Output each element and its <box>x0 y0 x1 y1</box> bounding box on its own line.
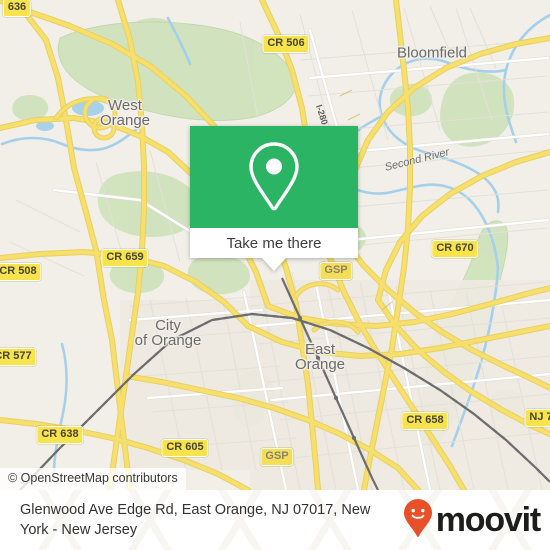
footer-bar: Glenwood Ave Edge Rd, East Orange, NJ 07… <box>0 490 550 550</box>
shield-cr-577[interactable]: CR 577 <box>0 348 37 366</box>
popup-action-bar[interactable]: Take me there <box>190 228 358 258</box>
location-address: Glenwood Ave Edge Rd, East Orange, NJ 07… <box>20 502 371 538</box>
shield-nj[interactable]: NJ 7 <box>524 409 550 427</box>
shield-cr-659[interactable]: CR 659 <box>101 249 149 267</box>
map-pin-icon <box>246 141 302 213</box>
shield-cr-506[interactable]: CR 506 <box>262 35 310 53</box>
shield-cr-658[interactable]: CR 658 <box>401 412 449 430</box>
osm-attribution[interactable]: © OpenStreetMap contributors <box>0 468 186 490</box>
shield-cr-670[interactable]: CR 670 <box>431 240 479 258</box>
take-me-there-label: Take me there <box>226 234 322 252</box>
moovit-pin-smiley-icon <box>403 498 433 543</box>
location-popup[interactable]: Take me there <box>190 126 358 271</box>
shield-cr-508[interactable]: CR 508 <box>0 263 42 281</box>
shield-gsp-north[interactable]: GSP <box>319 262 353 280</box>
moovit-wordmark: moovit <box>435 501 541 539</box>
popup-pointer-tail <box>262 258 286 271</box>
moovit-map-screenshot: .rd-cas { fill:none; stroke:#f7df6b; str… <box>0 0 550 550</box>
moovit-logo[interactable]: moovit <box>403 498 541 543</box>
shield-cr-605[interactable]: CR 605 <box>161 439 209 457</box>
popup-header <box>190 126 358 228</box>
shield-gsp-south[interactable]: GSP <box>260 448 294 466</box>
shield-636[interactable]: 636 <box>2 0 32 17</box>
shield-cr-638[interactable]: CR 638 <box>36 426 84 444</box>
